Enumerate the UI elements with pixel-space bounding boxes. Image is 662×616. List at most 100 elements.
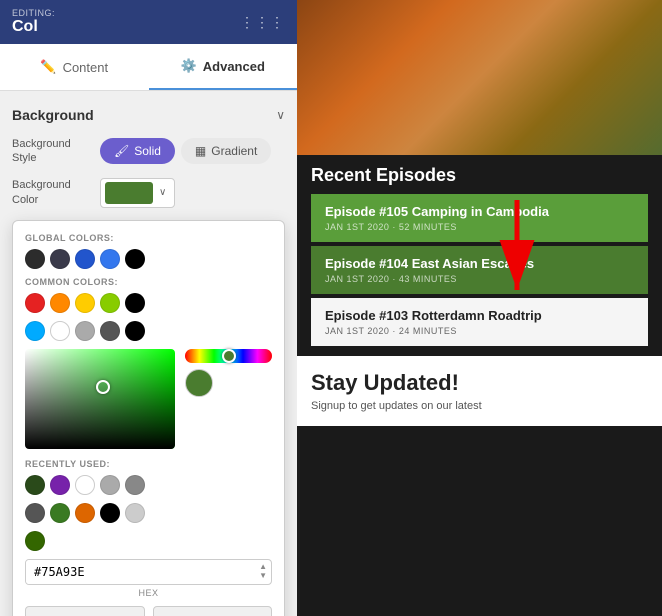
sliders-icon: ⚙️ bbox=[181, 58, 197, 74]
hex-down-arrow[interactable]: ▼ bbox=[259, 572, 267, 580]
hex-input-area: ▲ ▼ HEX bbox=[25, 559, 272, 598]
common-color-white[interactable] bbox=[50, 321, 70, 341]
common-colors-row2 bbox=[25, 321, 272, 341]
hex-arrows: ▲ ▼ bbox=[255, 561, 271, 582]
preview-panel: Recent Episodes Episode #105 Camping in … bbox=[297, 0, 662, 616]
editor-content: Background ∨ Background Style 🖌 Solid ▦ … bbox=[0, 91, 297, 616]
editing-label: EDITING: bbox=[12, 8, 55, 18]
episode-card-1[interactable]: Episode #105 Camping in Cambodia JAN 1ST… bbox=[311, 194, 648, 242]
picker-right bbox=[185, 349, 272, 449]
stay-updated-section: Stay Updated! Signup to get updates on o… bbox=[297, 356, 662, 426]
pencil-icon: ✏️ bbox=[40, 59, 56, 75]
chevron-down-icon[interactable]: ∨ bbox=[276, 108, 285, 122]
hero-image bbox=[297, 0, 662, 155]
background-section-header: Background ∨ bbox=[12, 107, 285, 123]
gradient-style-button[interactable]: ▦ Gradient bbox=[181, 138, 271, 164]
gradient-label: Gradient bbox=[211, 144, 257, 158]
tab-content[interactable]: ✏️ Content bbox=[0, 44, 149, 90]
common-colors-row1 bbox=[25, 293, 272, 313]
gradient-icon: ▦ bbox=[195, 144, 206, 158]
global-colors-label: GLOBAL COLORS: bbox=[25, 233, 272, 243]
common-color-blue[interactable] bbox=[25, 321, 45, 341]
color-preview-circle bbox=[185, 369, 213, 397]
hex-input[interactable] bbox=[26, 560, 255, 584]
recently-used-row1 bbox=[25, 475, 272, 495]
common-colors-label: COMMON COLORS: bbox=[25, 277, 272, 287]
section-title: Recent Episodes bbox=[311, 165, 648, 186]
recent-color-3[interactable] bbox=[75, 475, 95, 495]
editor-panel: EDITING: Col ⋮⋮⋮ ✏️ Content ⚙️ Advanced … bbox=[0, 0, 297, 616]
recent-color-2[interactable] bbox=[50, 475, 70, 495]
content-tab-label: Content bbox=[63, 60, 109, 75]
recent-color-5[interactable] bbox=[125, 475, 145, 495]
common-color-red[interactable] bbox=[25, 293, 45, 313]
episode-meta-3: JAN 1ST 2020 · 24 MINUTES bbox=[325, 326, 634, 336]
recent-episodes-section: Recent Episodes Episode #105 Camping in … bbox=[297, 155, 662, 356]
common-color-orange[interactable] bbox=[50, 293, 70, 313]
hex-up-arrow[interactable]: ▲ bbox=[259, 563, 267, 571]
common-color-green[interactable] bbox=[100, 293, 120, 313]
hex-label: HEX bbox=[138, 588, 158, 598]
stay-updated-sub: Signup to get updates on our latest bbox=[311, 400, 648, 412]
editor-title: Col bbox=[12, 18, 55, 36]
color-picker-popup: GLOBAL COLORS: COMMON COLORS: bbox=[12, 220, 285, 616]
common-color-black1[interactable] bbox=[125, 293, 145, 313]
common-color-black2[interactable] bbox=[125, 321, 145, 341]
global-colors-row bbox=[25, 249, 272, 269]
color-preview-row bbox=[185, 369, 272, 397]
background-color-row: Background Color ∨ bbox=[12, 178, 285, 208]
recent-color-1[interactable] bbox=[25, 475, 45, 495]
episode-meta-2: JAN 1ST 2020 · 43 MINUTES bbox=[325, 274, 634, 284]
stay-updated-title: Stay Updated! bbox=[311, 370, 648, 396]
recent-color-8[interactable] bbox=[75, 503, 95, 523]
clear-button[interactable]: Clear bbox=[25, 606, 145, 616]
brush-icon: 🖌 bbox=[114, 144, 129, 158]
episode-title-2: Episode #104 East Asian Escapes bbox=[325, 256, 634, 271]
background-section-title: Background bbox=[12, 107, 94, 123]
common-color-silver[interactable] bbox=[75, 321, 95, 341]
recent-color-9[interactable] bbox=[100, 503, 120, 523]
tab-advanced[interactable]: ⚙️ Advanced bbox=[149, 44, 298, 90]
episode-card-3[interactable]: Episode #103 Rotterdamn Roadtrip JAN 1ST… bbox=[311, 298, 648, 346]
solid-label: Solid bbox=[134, 144, 161, 158]
recently-used-label: RECENTLY USED: bbox=[25, 459, 272, 469]
picker-area bbox=[25, 349, 272, 449]
recent-color-6[interactable] bbox=[25, 503, 45, 523]
episode-title-3: Episode #103 Rotterdamn Roadtrip bbox=[325, 308, 634, 323]
global-color-5[interactable] bbox=[125, 249, 145, 269]
solid-style-button[interactable]: 🖌 Solid bbox=[100, 138, 175, 164]
hue-thumb bbox=[222, 349, 236, 363]
common-color-yellow[interactable] bbox=[75, 293, 95, 313]
advanced-tab-label: Advanced bbox=[203, 59, 265, 74]
background-style-row: Background Style 🖌 Solid ▦ Gradient bbox=[12, 137, 285, 166]
recent-color-7[interactable] bbox=[50, 503, 70, 523]
global-color-3[interactable] bbox=[75, 249, 95, 269]
picker-circle[interactable] bbox=[96, 380, 110, 394]
color-swatch bbox=[105, 182, 153, 204]
recently-used-row3 bbox=[25, 531, 272, 551]
episode-title-1: Episode #105 Camping in Cambodia bbox=[325, 204, 634, 219]
common-color-darkgray[interactable] bbox=[100, 321, 120, 341]
dots-icon[interactable]: ⋮⋮⋮ bbox=[240, 14, 285, 31]
background-style-label: Background Style bbox=[12, 137, 92, 166]
recent-color-4[interactable] bbox=[100, 475, 120, 495]
global-color-1[interactable] bbox=[25, 249, 45, 269]
global-color-4[interactable] bbox=[100, 249, 120, 269]
style-buttons: 🖌 Solid ▦ Gradient bbox=[100, 138, 271, 164]
recent-color-11[interactable] bbox=[25, 531, 45, 551]
recently-used-row2 bbox=[25, 503, 272, 523]
close-button[interactable]: ✕ Close bbox=[153, 606, 273, 616]
picker-buttons: Clear ✕ Close bbox=[25, 606, 272, 616]
chevron-down-swatch-icon: ∨ bbox=[159, 187, 166, 198]
gradient-canvas[interactable] bbox=[25, 349, 175, 449]
editor-header-info: EDITING: Col bbox=[12, 8, 55, 36]
color-swatch-button[interactable]: ∨ bbox=[100, 178, 175, 208]
background-color-label: Background Color bbox=[12, 178, 92, 207]
editor-header: EDITING: Col ⋮⋮⋮ bbox=[0, 0, 297, 44]
global-color-2[interactable] bbox=[50, 249, 70, 269]
hex-row: ▲ ▼ bbox=[25, 559, 272, 585]
recent-color-10[interactable] bbox=[125, 503, 145, 523]
hue-slider[interactable] bbox=[185, 349, 272, 363]
episode-card-2[interactable]: Episode #104 East Asian Escapes JAN 1ST … bbox=[311, 246, 648, 294]
tabs-bar: ✏️ Content ⚙️ Advanced bbox=[0, 44, 297, 91]
